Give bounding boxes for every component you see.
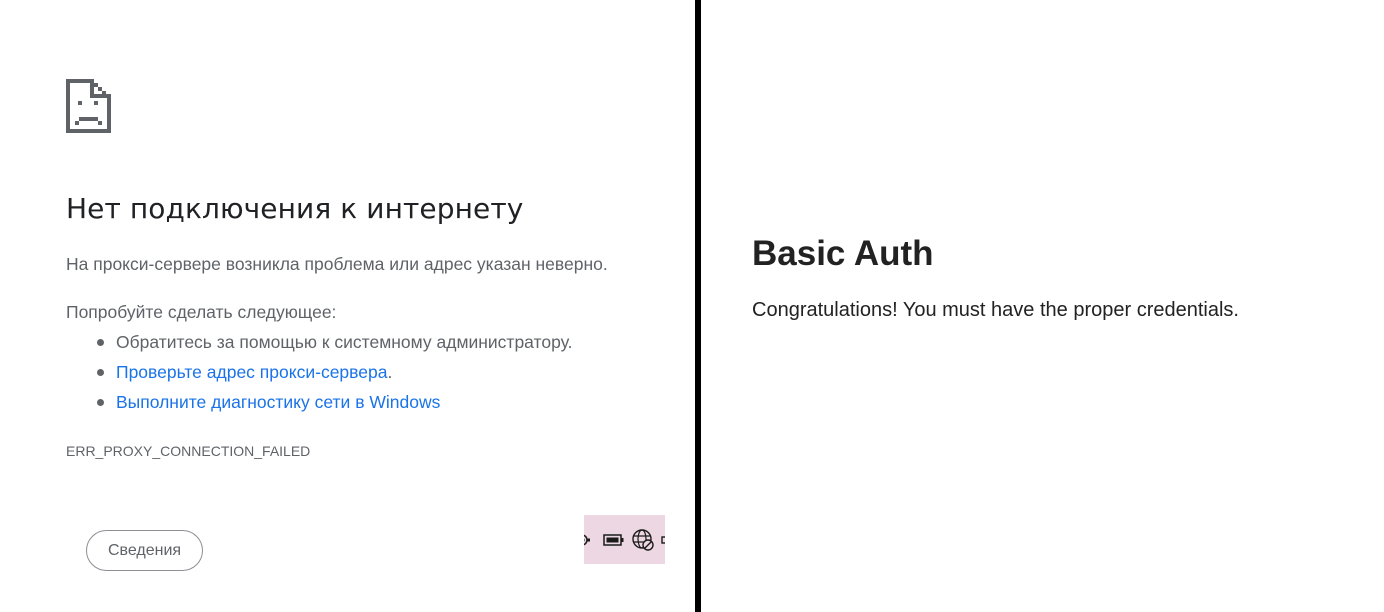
suggestion-check-proxy: Проверьте адрес прокси-сервера.	[96, 360, 572, 390]
auth-page-pane: Basic Auth Congratulations! You must hav…	[701, 0, 1384, 612]
check-proxy-link[interactable]: Проверьте адрес прокси-сервера	[116, 362, 387, 382]
split-screen: Нет подключения к интернету На прокси-се…	[0, 0, 1384, 612]
network-diagnostics-link[interactable]: Выполните диагностику сети в Windows	[116, 392, 440, 412]
gear-icon[interactable]	[584, 529, 592, 551]
error-code: ERR_PROXY_CONNECTION_FAILED	[66, 443, 311, 459]
system-tray-fragment	[584, 515, 665, 564]
suggestion-contact-admin: Обратитесь за помощью к системному админ…	[96, 330, 573, 360]
suggestions-list: Обратитесь за помощью к системному админ…	[66, 330, 572, 420]
suggestions-heading: Попробуйте сделать следующее:	[66, 302, 337, 322]
suggestion-text: Обратитесь за помощью к системному админ…	[116, 332, 573, 352]
sad-document-icon	[66, 79, 111, 133]
suggestion-suffix: .	[387, 362, 393, 382]
details-button[interactable]: Сведения	[86, 530, 203, 571]
error-page-pane: Нет подключения к интернету На прокси-се…	[0, 0, 695, 612]
battery-icon[interactable]	[603, 532, 625, 548]
error-title: Нет подключения к интернету	[66, 192, 524, 225]
suggestion-run-diagnostics: Выполните диагностику сети в Windows	[96, 390, 572, 420]
speaker-icon[interactable]	[661, 532, 665, 548]
auth-message: Congratulations! You must have the prope…	[752, 299, 1239, 321]
error-description: На прокси-сервере возникла проблема или …	[66, 254, 608, 274]
auth-title: Basic Auth	[752, 234, 934, 273]
globe-blocked-icon[interactable]	[631, 528, 655, 552]
